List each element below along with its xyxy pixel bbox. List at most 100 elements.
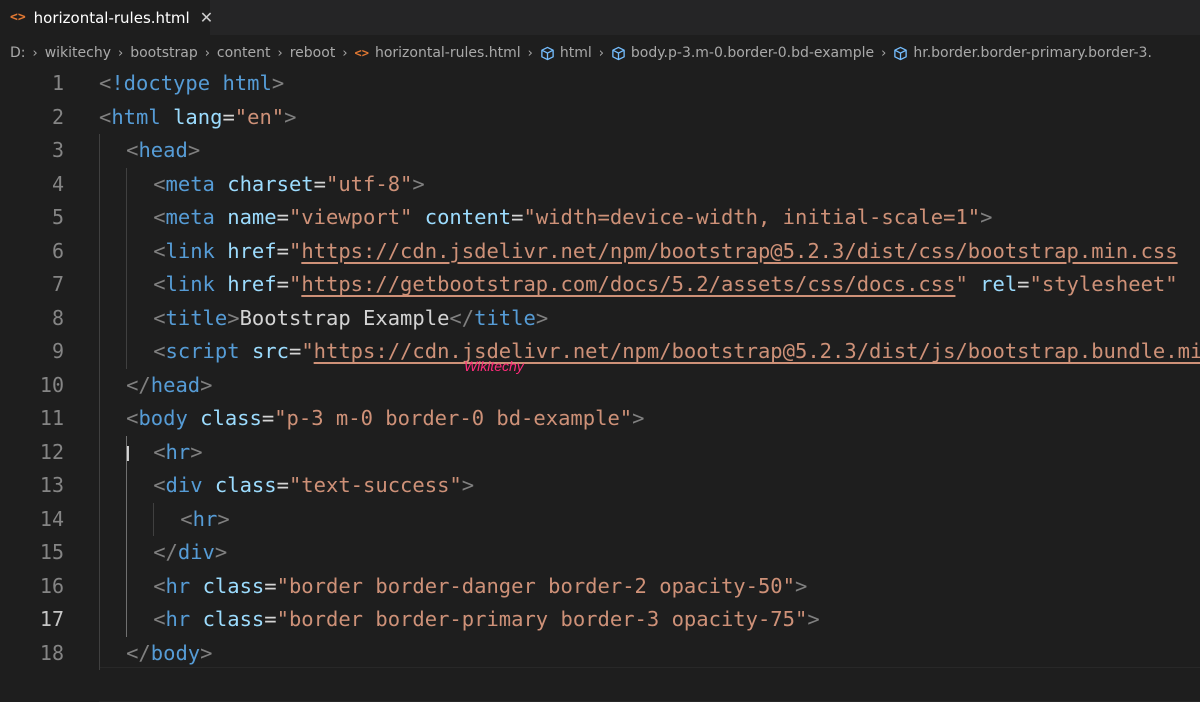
code-token: < — [153, 439, 166, 464]
code-line[interactable]: 17 <hr class="border border-primary borde… — [0, 603, 1200, 637]
code-token: < — [180, 506, 193, 531]
code-token: > — [187, 138, 201, 162]
code-token: https://getbootstrap.com/docs/5.2/assets… — [301, 272, 956, 296]
code-token: " — [955, 272, 968, 296]
code-token: meta — [165, 171, 215, 196]
breadcrumb-label: reboot — [289, 45, 336, 61]
close-icon[interactable]: ✕ — [200, 8, 213, 27]
code-line[interactable]: 10 </head> — [0, 369, 1200, 403]
code-line[interactable]: 3 <head> — [0, 134, 1200, 168]
breadcrumb-label: body.p-3.m-0.border-0.bd-example — [630, 45, 875, 61]
symbol-element-icon — [893, 46, 908, 61]
code-token: "p-3 m-0 border-0 bd-example" — [274, 406, 633, 430]
code-line[interactable]: 9 <script src="https://cdn.jsdelivr.net/n… — [0, 335, 1200, 369]
code-token: > — [190, 439, 203, 464]
line-number: 11 — [39, 406, 64, 430]
code-token: = — [222, 104, 235, 129]
breadcrumb-label: html — [559, 45, 592, 61]
code-token: < — [153, 272, 166, 296]
indent-guide — [99, 134, 100, 670]
line-number: 1 — [51, 71, 64, 95]
code-editor[interactable]: 1 <!doctype html> 2 <html lang="en"> 3 <head>… — [0, 67, 1200, 702]
code-token: href — [227, 272, 277, 296]
code-token: https://cdn.jsdelivr.net/npm/bootstrap@5… — [313, 339, 1200, 363]
watermark: Wikitechy — [464, 358, 524, 374]
code-text: </head> — [126, 369, 212, 403]
code-token: = — [276, 205, 289, 229]
breadcrumb-item[interactable]: body.p-3.m-0.border-0.bd-example — [611, 45, 874, 61]
code-token: < — [153, 339, 166, 363]
code-line[interactable]: 14 <hr> — [0, 503, 1200, 537]
code-token: = — [276, 473, 289, 497]
code-line[interactable]: 5 <meta name="viewport" content="width=de… — [0, 201, 1200, 235]
code-token: body — [150, 640, 201, 665]
code-token: " — [288, 238, 302, 263]
code-line[interactable]: 4 <meta charset="utf-8"> — [0, 168, 1200, 202]
code-token: > — [795, 573, 808, 598]
code-token: > — [214, 540, 228, 564]
chevron-right-icon: › — [342, 45, 348, 61]
code-token: > — [535, 305, 549, 330]
breadcrumb-item[interactable]: hr.border.border-primary.border-3. — [893, 45, 1152, 61]
code-token: > — [217, 506, 230, 531]
code-token: href — [227, 238, 277, 263]
code-token: > — [271, 71, 285, 95]
breadcrumb-item[interactable]: <> horizontal-rules.html — [355, 45, 521, 61]
chevron-right-icon: › — [598, 45, 604, 61]
code-token: !doctype — [111, 71, 211, 95]
chevron-right-icon: › — [527, 45, 533, 61]
code-token: div — [177, 540, 215, 564]
code-token: > — [412, 171, 425, 196]
chevron-right-icon: › — [881, 45, 887, 61]
code-token: https://cdn.jsdelivr.net/npm/bootstrap@5… — [301, 238, 1178, 263]
code-text: </div> — [153, 536, 227, 570]
breadcrumb-item[interactable]: D: — [10, 45, 26, 61]
code-token: > — [807, 607, 820, 631]
code-line[interactable]: 13 <div class="text-success"> — [0, 469, 1200, 503]
breadcrumb-item[interactable]: wikitechy — [45, 45, 111, 61]
breadcrumb-item[interactable]: html — [540, 45, 592, 61]
code-line[interactable]: 1 <!doctype html> — [0, 67, 1200, 101]
code-line[interactable]: 7 <link href="https://getbootstrap.com/do… — [0, 268, 1200, 302]
code-token: < — [153, 305, 166, 330]
symbol-element-icon — [540, 46, 555, 61]
code-line[interactable]: 15 </div> — [0, 536, 1200, 570]
code-token: title — [165, 305, 228, 330]
code-line[interactable]: 12 <hr> — [0, 436, 1200, 470]
code-token: class — [200, 406, 262, 430]
code-token: lang — [173, 104, 223, 129]
code-token: = — [264, 573, 277, 598]
line-number: 7 — [51, 272, 64, 296]
breadcrumb-item[interactable]: content — [217, 45, 271, 61]
code-token: = — [313, 171, 326, 196]
code-line[interactable]: 18 </body> — [0, 637, 1200, 671]
code-line[interactable]: 2 <html lang="en"> — [0, 101, 1200, 135]
breadcrumb-label: content — [216, 45, 271, 61]
code-token: " — [288, 272, 302, 296]
code-token: " — [301, 339, 314, 363]
code-token: head — [138, 138, 188, 162]
chevron-right-icon: › — [118, 45, 124, 61]
code-line[interactable]: 6 <link href="https://cdn.jsdelivr.net/np… — [0, 235, 1200, 269]
breadcrumb-item[interactable]: bootstrap — [130, 45, 198, 61]
code-token: "viewport" — [288, 205, 413, 229]
code-token: = — [1017, 272, 1030, 296]
code-token: > — [980, 205, 993, 229]
code-token: < — [153, 607, 166, 631]
breadcrumb-item[interactable]: reboot — [290, 45, 336, 61]
code-token: = — [261, 406, 275, 430]
code-text: <hr class="border border-primary border-… — [153, 603, 820, 637]
tab-horizontal-rules[interactable]: <> horizontal-rules.html ✕ — [0, 0, 213, 35]
code-line[interactable]: 16 <hr class="border border-danger border… — [0, 570, 1200, 604]
breadcrumb-label: D: — [10, 45, 26, 61]
code-line[interactable]: 8 <title>Bootstrap Example</title> — [0, 302, 1200, 336]
code-token: </ — [153, 540, 178, 564]
code-line[interactable]: 11 <body class="p-3 m-0 border-0 bd-examp… — [0, 402, 1200, 436]
